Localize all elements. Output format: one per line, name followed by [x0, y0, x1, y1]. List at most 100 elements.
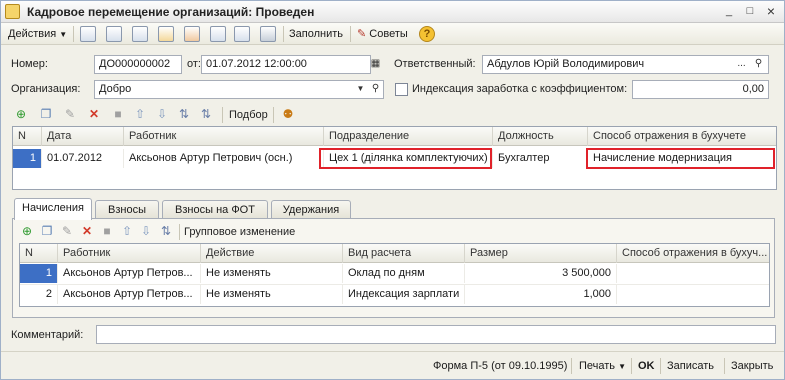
form-link[interactable]: Форма П-5 (от 09.10.1995) [433, 358, 567, 374]
action-cell[interactable]: Не изменять [201, 264, 343, 283]
maximize-button[interactable]: □ [742, 4, 758, 20]
column-header[interactable]: Должность [493, 127, 588, 146]
help-icon[interactable]: ? [419, 26, 435, 42]
separator [222, 107, 223, 123]
window-title: Кадровое перемещение организаций: Провед… [27, 5, 315, 19]
indexation-coefficient-field[interactable]: 0,00 [632, 80, 769, 99]
sort-ascending-icon[interactable]: ⇅ [177, 107, 191, 121]
column-header[interactable]: Способ отражения в бухуч... [617, 244, 769, 263]
structure-icon[interactable] [210, 26, 226, 42]
column-header[interactable]: Подразделение [324, 127, 493, 146]
column-header[interactable]: Вид расчета [343, 244, 465, 263]
tips-button[interactable]: ✎ Советы [357, 25, 408, 43]
group-change-button[interactable]: Групповое изменение [184, 226, 295, 238]
copy-row-icon[interactable]: ❐ [39, 107, 53, 121]
chevron-down-icon[interactable]: ▼ [353, 81, 368, 98]
employee-cell[interactable]: Аксьонов Артур Петрович (осн.) [124, 149, 324, 168]
search-icon[interactable]: ⚲ [368, 81, 383, 98]
print-label: Печать [579, 360, 616, 372]
picture-icon[interactable] [106, 26, 122, 42]
sort-descending-icon[interactable]: ⇅ [199, 107, 213, 121]
column-header[interactable]: Действие [201, 244, 343, 263]
employee-cell[interactable]: Аксьонов Артур Петров... [58, 264, 201, 283]
close-button[interactable]: Закрыть [731, 358, 773, 374]
organization-field[interactable]: Добро [94, 80, 384, 99]
move-up-icon[interactable]: ⇧ [120, 224, 134, 238]
delete-row-icon[interactable]: ✕ [87, 107, 101, 121]
tab-accruals[interactable]: Начисления [14, 198, 92, 220]
add-row-icon[interactable]: ⊕ [14, 107, 28, 121]
column-header[interactable]: Дата [42, 127, 124, 146]
number-field[interactable]: ДО000000002 [94, 55, 182, 74]
column-header[interactable]: Способ отражения в бухучете [588, 127, 776, 146]
document-window: Кадровое перемещение организаций: Провед… [0, 0, 785, 380]
column-header[interactable]: Работник [58, 244, 201, 263]
move-down-icon[interactable]: ⇩ [139, 224, 153, 238]
delete-row-icon[interactable]: ✕ [80, 224, 94, 238]
reflection-cell[interactable] [617, 264, 769, 283]
refresh-document-icon[interactable] [132, 26, 148, 42]
sort-icon[interactable]: ⇅ [159, 224, 173, 238]
chevron-down-icon: ▼ [618, 362, 627, 371]
post-document-icon[interactable] [158, 26, 174, 42]
size-cell[interactable]: 3 500,000 [465, 264, 617, 283]
date-field[interactable]: 01.07.2012 12:00:00 [201, 55, 371, 74]
table-header: N Работник Действие Вид расчета Размер С… [20, 244, 769, 263]
column-header[interactable]: Размер [465, 244, 617, 263]
date-cell[interactable]: 01.07.2012 [42, 149, 124, 168]
fill-button[interactable]: Заполнить [289, 25, 343, 43]
employees-table: N Дата Работник Подразделение Должность … [12, 126, 777, 190]
column-header[interactable]: N [20, 244, 58, 263]
responsible-field[interactable]: Абдулов Юрій Володимирович [482, 55, 769, 74]
actions-menu[interactable]: Действия ▼ [8, 25, 67, 43]
reflection-cell[interactable] [617, 285, 769, 304]
select-button[interactable]: Подбор [229, 109, 268, 121]
edit-row-icon[interactable]: ✎ [60, 224, 74, 238]
search-icon[interactable]: ⚲ [751, 56, 766, 73]
print-menu[interactable]: Печать ▼ [579, 358, 626, 374]
accruals-panel: ⊕ ❐ ✎ ✕ ■ ⇧ ⇩ ⇅ Групповое изменение N Ра… [12, 218, 775, 318]
tab-contributions[interactable]: Взносы [95, 200, 159, 219]
department-highlight [319, 148, 492, 169]
unpost-document-icon[interactable] [184, 26, 200, 42]
save-row-icon[interactable]: ■ [100, 224, 114, 238]
table-row[interactable]: 1 Аксьонов Артур Петров... Не изменять О… [20, 264, 769, 283]
journal-icon[interactable] [234, 26, 250, 42]
column-header[interactable]: Работник [124, 127, 324, 146]
action-cell[interactable]: Не изменять [201, 285, 343, 304]
list-icon[interactable] [260, 26, 276, 42]
accruals-table: N Работник Действие Вид расчета Размер С… [19, 243, 770, 307]
responsible-label: Ответственный: [394, 58, 476, 70]
employee-cell[interactable]: Аксьонов Артур Петров... [58, 285, 201, 304]
position-cell[interactable]: Бухгалтер [493, 149, 588, 168]
move-up-icon[interactable]: ⇧ [133, 107, 147, 121]
add-row-icon[interactable]: ⊕ [20, 224, 34, 238]
move-down-icon[interactable]: ⇩ [155, 107, 169, 121]
ok-button[interactable]: OK [638, 358, 655, 374]
number-label: Номер: [11, 58, 48, 70]
edit-row-icon[interactable]: ✎ [63, 107, 77, 121]
save-button[interactable]: Записать [667, 358, 714, 374]
calc-type-cell[interactable]: Оклад по дням [343, 264, 465, 283]
employee-info-icon[interactable]: ⚉ [281, 107, 295, 121]
close-icon[interactable]: × [763, 4, 779, 20]
comment-field[interactable] [96, 325, 776, 344]
save-row-icon[interactable]: ■ [111, 107, 125, 121]
indexation-checkbox[interactable] [395, 83, 408, 96]
title-bar: Кадровое перемещение организаций: Провед… [1, 1, 784, 23]
copy-row-icon[interactable]: ❐ [40, 224, 54, 238]
indexation-label: Индексация заработка с коэффициентом: [412, 83, 628, 95]
go-back-icon[interactable] [80, 26, 96, 42]
reflection-highlight [586, 148, 775, 169]
calc-type-cell[interactable]: Индексация зарплати [343, 285, 465, 304]
separator [283, 26, 284, 42]
calendar-icon[interactable]: ▦ [368, 56, 383, 73]
column-header[interactable]: N [13, 127, 42, 146]
size-cell[interactable]: 1,000 [465, 285, 617, 304]
tab-deductions[interactable]: Удержания [271, 200, 351, 219]
date-label: от: [187, 58, 201, 70]
select-ellipsis-button[interactable]: ... [734, 56, 749, 73]
tab-payroll-contributions[interactable]: Взносы на ФОТ [162, 200, 268, 219]
minimize-button[interactable]: _ [721, 4, 737, 20]
table-row[interactable]: 2 Аксьонов Артур Петров... Не изменять И… [20, 284, 769, 304]
